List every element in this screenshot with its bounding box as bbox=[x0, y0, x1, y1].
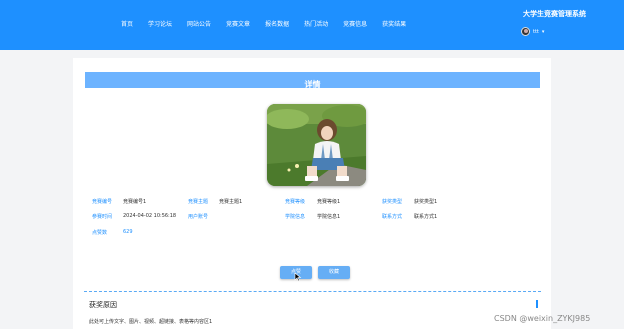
nav-item-registration[interactable]: 报名数据 bbox=[265, 19, 289, 28]
avatar[interactable] bbox=[521, 27, 530, 36]
label-user-account: 用户账号 bbox=[188, 214, 209, 220]
chevron-down-icon[interactable]: ▾ bbox=[542, 29, 545, 35]
top-navbar: 首页 学习论坛 网站公告 竞赛文章 报名数据 热门活动 竞赛信息 获奖结果 大学… bbox=[0, 0, 624, 50]
label-competition-level: 竞赛等级 bbox=[285, 199, 306, 205]
label-competition-number: 竞赛编号 bbox=[92, 199, 113, 205]
main-nav: 首页 学习论坛 网站公告 竞赛文章 报名数据 热门活动 竞赛信息 获奖结果 bbox=[121, 19, 421, 28]
detail-title: 详情 bbox=[304, 80, 321, 89]
user-menu[interactable]: ttt ▾ bbox=[521, 27, 544, 36]
nav-item-competitions[interactable]: 竞赛信息 bbox=[343, 19, 367, 28]
value-contact: 联系方式1 bbox=[414, 214, 438, 220]
value-competition-theme: 竞赛主题1 bbox=[219, 199, 243, 205]
section-marker bbox=[536, 300, 538, 308]
nav-item-activities[interactable]: 热门活动 bbox=[304, 19, 328, 28]
nav-item-results[interactable]: 获奖结果 bbox=[382, 19, 406, 28]
profile-photo bbox=[267, 104, 366, 186]
favorite-button[interactable]: 收藏 bbox=[318, 266, 350, 279]
label-like-count: 点赞数 bbox=[92, 230, 108, 236]
user-name[interactable]: ttt bbox=[533, 29, 539, 35]
nav-item-forum[interactable]: 学习论坛 bbox=[148, 19, 172, 28]
value-competition-number: 竞赛编号1 bbox=[123, 199, 147, 205]
value-entry-time: 2024-04-02 10:56:18 bbox=[123, 213, 177, 219]
value-college-info: 学院信息1 bbox=[317, 214, 341, 220]
mouse-cursor-icon bbox=[294, 273, 302, 281]
label-entry-time: 参赛时间 bbox=[92, 214, 113, 220]
nav-item-home[interactable]: 首页 bbox=[121, 19, 133, 28]
value-competition-level: 竞赛等级1 bbox=[317, 199, 341, 205]
label-college-info: 学院信息 bbox=[285, 214, 306, 220]
photo-illustration bbox=[267, 104, 366, 186]
detail-panel bbox=[73, 58, 551, 329]
nav-item-articles[interactable]: 竞赛文章 bbox=[226, 19, 250, 28]
site-title: 大学生竞赛管理系统 bbox=[523, 10, 586, 18]
label-award-type: 获奖类型 bbox=[382, 199, 403, 205]
label-contact: 联系方式 bbox=[382, 214, 403, 220]
value-like-count: 629 bbox=[123, 229, 133, 235]
section-body: 此处可上传文字、图片、视频、超链接、表格等内容区1 bbox=[89, 319, 213, 325]
nav-item-announcements[interactable]: 网站公告 bbox=[187, 19, 211, 28]
detail-header: 详情 bbox=[85, 72, 540, 89]
section-title: 获奖原因 bbox=[89, 301, 117, 309]
section-divider bbox=[84, 291, 541, 292]
watermark: CSDN @weixin_ZYKJ985 bbox=[494, 314, 591, 323]
value-award-type: 获奖类型1 bbox=[414, 199, 438, 205]
label-competition-theme: 竞赛主题 bbox=[188, 199, 209, 205]
